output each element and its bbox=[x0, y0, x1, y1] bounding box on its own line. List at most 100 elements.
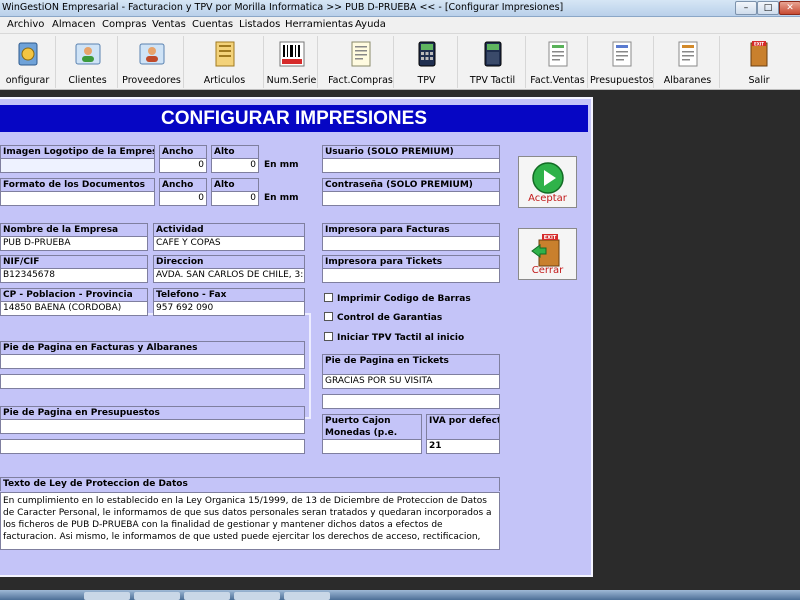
cerrar-exit-badge: EXIT bbox=[543, 235, 556, 241]
toolbar-proveedores-button[interactable]: Proveedores bbox=[120, 36, 184, 88]
logo-ancho-input[interactable]: 0 bbox=[159, 158, 207, 173]
taskbar-item[interactable] bbox=[234, 592, 280, 600]
menu-archivo[interactable]: Archivo bbox=[7, 19, 44, 30]
logo-ancho-label: Ancho bbox=[159, 145, 207, 159]
toolbar-clientes-button[interactable]: Clientes bbox=[58, 36, 118, 88]
minimize-button[interactable]: – bbox=[735, 1, 757, 15]
toolbar-articulos-button[interactable]: Articulos bbox=[186, 36, 264, 88]
taskbar-item[interactable] bbox=[84, 592, 130, 600]
articles-icon bbox=[215, 41, 234, 67]
pie-facturas-line1[interactable] bbox=[0, 354, 305, 369]
iva-label: IVA por defecto bbox=[426, 414, 500, 440]
usuario-label: Usuario (SOLO PREMIUM) bbox=[322, 145, 500, 159]
logo-alto-input[interactable]: 0 bbox=[211, 158, 259, 173]
barcode-icon bbox=[279, 41, 304, 67]
pie-presupuestos-line1[interactable] bbox=[0, 419, 305, 434]
cp-label: CP - Poblacion - Provincia bbox=[0, 288, 148, 302]
play-check-icon bbox=[531, 162, 564, 194]
supplier-card-icon bbox=[139, 43, 164, 65]
checkbox-box[interactable] bbox=[324, 312, 333, 321]
formato-ancho-input[interactable]: 0 bbox=[159, 191, 207, 206]
menu-herramientas[interactable]: Herramientas bbox=[285, 19, 353, 30]
menu-compras[interactable]: Compras bbox=[102, 19, 147, 30]
window-title-bar[interactable]: WinGestiON Empresarial - Facturacion y T… bbox=[0, 0, 800, 17]
formato-input[interactable] bbox=[0, 191, 155, 206]
telefono-label: Telefono - Fax bbox=[153, 288, 305, 302]
taskbar bbox=[0, 590, 800, 600]
pie-tickets-line2[interactable] bbox=[322, 394, 500, 409]
imprimir-barras-checkbox[interactable]: Imprimir Codigo de Barras bbox=[324, 293, 471, 304]
toolbar-factcompras-button[interactable]: Fact.Compras bbox=[328, 36, 394, 88]
menu-ayuda[interactable]: Ayuda bbox=[355, 19, 386, 30]
contrasena-input[interactable] bbox=[322, 191, 500, 206]
cerrar-button[interactable]: EXIT Cerrar bbox=[518, 228, 577, 280]
iniciar-tpv-checkbox[interactable]: Iniciar TPV Tactil al inicio bbox=[324, 332, 464, 343]
toolbar: onfigurar Clientes Proveedores Articulos… bbox=[0, 34, 800, 90]
menu-bar: Archivo Almacen Compras Ventas Cuentas L… bbox=[0, 17, 800, 34]
toolbar-tpv-button[interactable]: TPV bbox=[396, 36, 458, 88]
pie-presupuestos-line2[interactable] bbox=[0, 439, 305, 454]
menu-almacen[interactable]: Almacen bbox=[52, 19, 95, 30]
menu-cuentas[interactable]: Cuentas bbox=[192, 19, 233, 30]
direccion-input[interactable]: AVDA. SAN CARLOS DE CHILE, 3: bbox=[153, 268, 305, 283]
checkbox-box[interactable] bbox=[324, 332, 333, 341]
close-button[interactable]: ✕ bbox=[779, 1, 800, 15]
cp-input[interactable]: 14850 BAENA (CORDOBA) bbox=[0, 301, 148, 316]
toolbar-albaranes-button[interactable]: Albaranes bbox=[656, 36, 720, 88]
impresora-facturas-label: Impresora para Facturas bbox=[322, 223, 500, 237]
toolbar-presupuestos-button[interactable]: Presupuestos bbox=[590, 36, 654, 88]
nif-input[interactable]: B12345678 bbox=[0, 268, 148, 283]
formato-label: Formato de los Documentos bbox=[0, 178, 155, 192]
taskbar-item[interactable] bbox=[134, 592, 180, 600]
client-card-icon bbox=[75, 43, 100, 65]
logo-unit-label: En mm bbox=[264, 160, 299, 170]
telefono-input[interactable]: 957 692 090 bbox=[153, 301, 305, 316]
usuario-input[interactable] bbox=[322, 158, 500, 173]
impresora-tickets-input[interactable] bbox=[322, 268, 500, 283]
iva-input[interactable]: 21 bbox=[426, 439, 500, 454]
puerto-cajon-input[interactable] bbox=[322, 439, 422, 454]
taskbar-item[interactable] bbox=[184, 592, 230, 600]
logo-label: Imagen Logotipo de la Empresa bbox=[0, 145, 155, 159]
ley-textarea[interactable]: En cumplimiento en lo establecido en la … bbox=[0, 492, 500, 550]
touch-register-icon bbox=[484, 41, 501, 67]
toolbar-configurar-button[interactable]: onfigurar bbox=[0, 36, 56, 88]
logo-alto-label: Alto bbox=[211, 145, 259, 159]
toolbar-numserie-button[interactable]: Num.Serie bbox=[266, 36, 318, 88]
direccion-label: Direccion bbox=[153, 255, 305, 269]
formato-ancho-label: Ancho bbox=[159, 178, 207, 192]
nombre-label: Nombre de la Empresa bbox=[0, 223, 148, 237]
nombre-input[interactable]: PUB D-PRUEBA bbox=[0, 236, 148, 251]
window-title: WinGestiON Empresarial - Facturacion y T… bbox=[2, 2, 564, 13]
menu-listados[interactable]: Listados bbox=[239, 19, 280, 30]
toolbar-exit-badge: EXIT bbox=[754, 41, 764, 46]
puerto-cajon-label: Puerto CajonMonedas (p.e. LPT1 bbox=[322, 414, 422, 440]
page-title: CONFIGURAR IMPRESIONES bbox=[0, 105, 588, 132]
menu-ventas[interactable]: Ventas bbox=[152, 19, 186, 30]
toolbar-factventas-button[interactable]: Fact.Ventas bbox=[528, 36, 588, 88]
toolbar-salir-button[interactable]: EXIT Salir bbox=[722, 36, 796, 88]
formato-alto-input[interactable]: 0 bbox=[211, 191, 259, 206]
pie-presupuestos-label: Pie de Pagina en Presupuestos bbox=[0, 406, 305, 420]
taskbar-item[interactable] bbox=[284, 592, 330, 600]
configurar-impresiones-panel: CONFIGURAR IMPRESIONES Imagen Logotipo d… bbox=[0, 97, 593, 577]
nif-label: NIF/CIF bbox=[0, 255, 148, 269]
control-garantias-checkbox[interactable]: Control de Garantias bbox=[324, 312, 442, 323]
ley-label: Texto de Ley de Proteccion de Datos bbox=[0, 477, 500, 491]
formato-unit-label: En mm bbox=[264, 193, 299, 203]
formato-alto-label: Alto bbox=[211, 178, 259, 192]
impresora-facturas-input[interactable] bbox=[322, 236, 500, 251]
maximize-button[interactable]: □ bbox=[757, 1, 779, 15]
pie-facturas-line2[interactable] bbox=[0, 374, 305, 389]
toolbar-tpvtactil-button[interactable]: TPV Tactil bbox=[460, 36, 526, 88]
pie-facturas-label: Pie de Pagina en Facturas y Albaranes bbox=[0, 341, 305, 355]
aceptar-button[interactable]: Aceptar bbox=[518, 156, 577, 208]
checkbox-box[interactable] bbox=[324, 293, 333, 302]
contrasena-label: Contraseña (SOLO PREMIUM) bbox=[322, 178, 500, 192]
cash-register-icon bbox=[418, 41, 435, 67]
actividad-input[interactable]: CAFE Y COPAS bbox=[153, 236, 305, 251]
logo-input[interactable] bbox=[0, 158, 155, 173]
pie-tickets-line1[interactable]: GRACIAS POR SU VISITA bbox=[322, 374, 500, 389]
impresora-tickets-label: Impresora para Tickets bbox=[322, 255, 500, 269]
exit-door-icon: EXIT bbox=[530, 234, 559, 267]
